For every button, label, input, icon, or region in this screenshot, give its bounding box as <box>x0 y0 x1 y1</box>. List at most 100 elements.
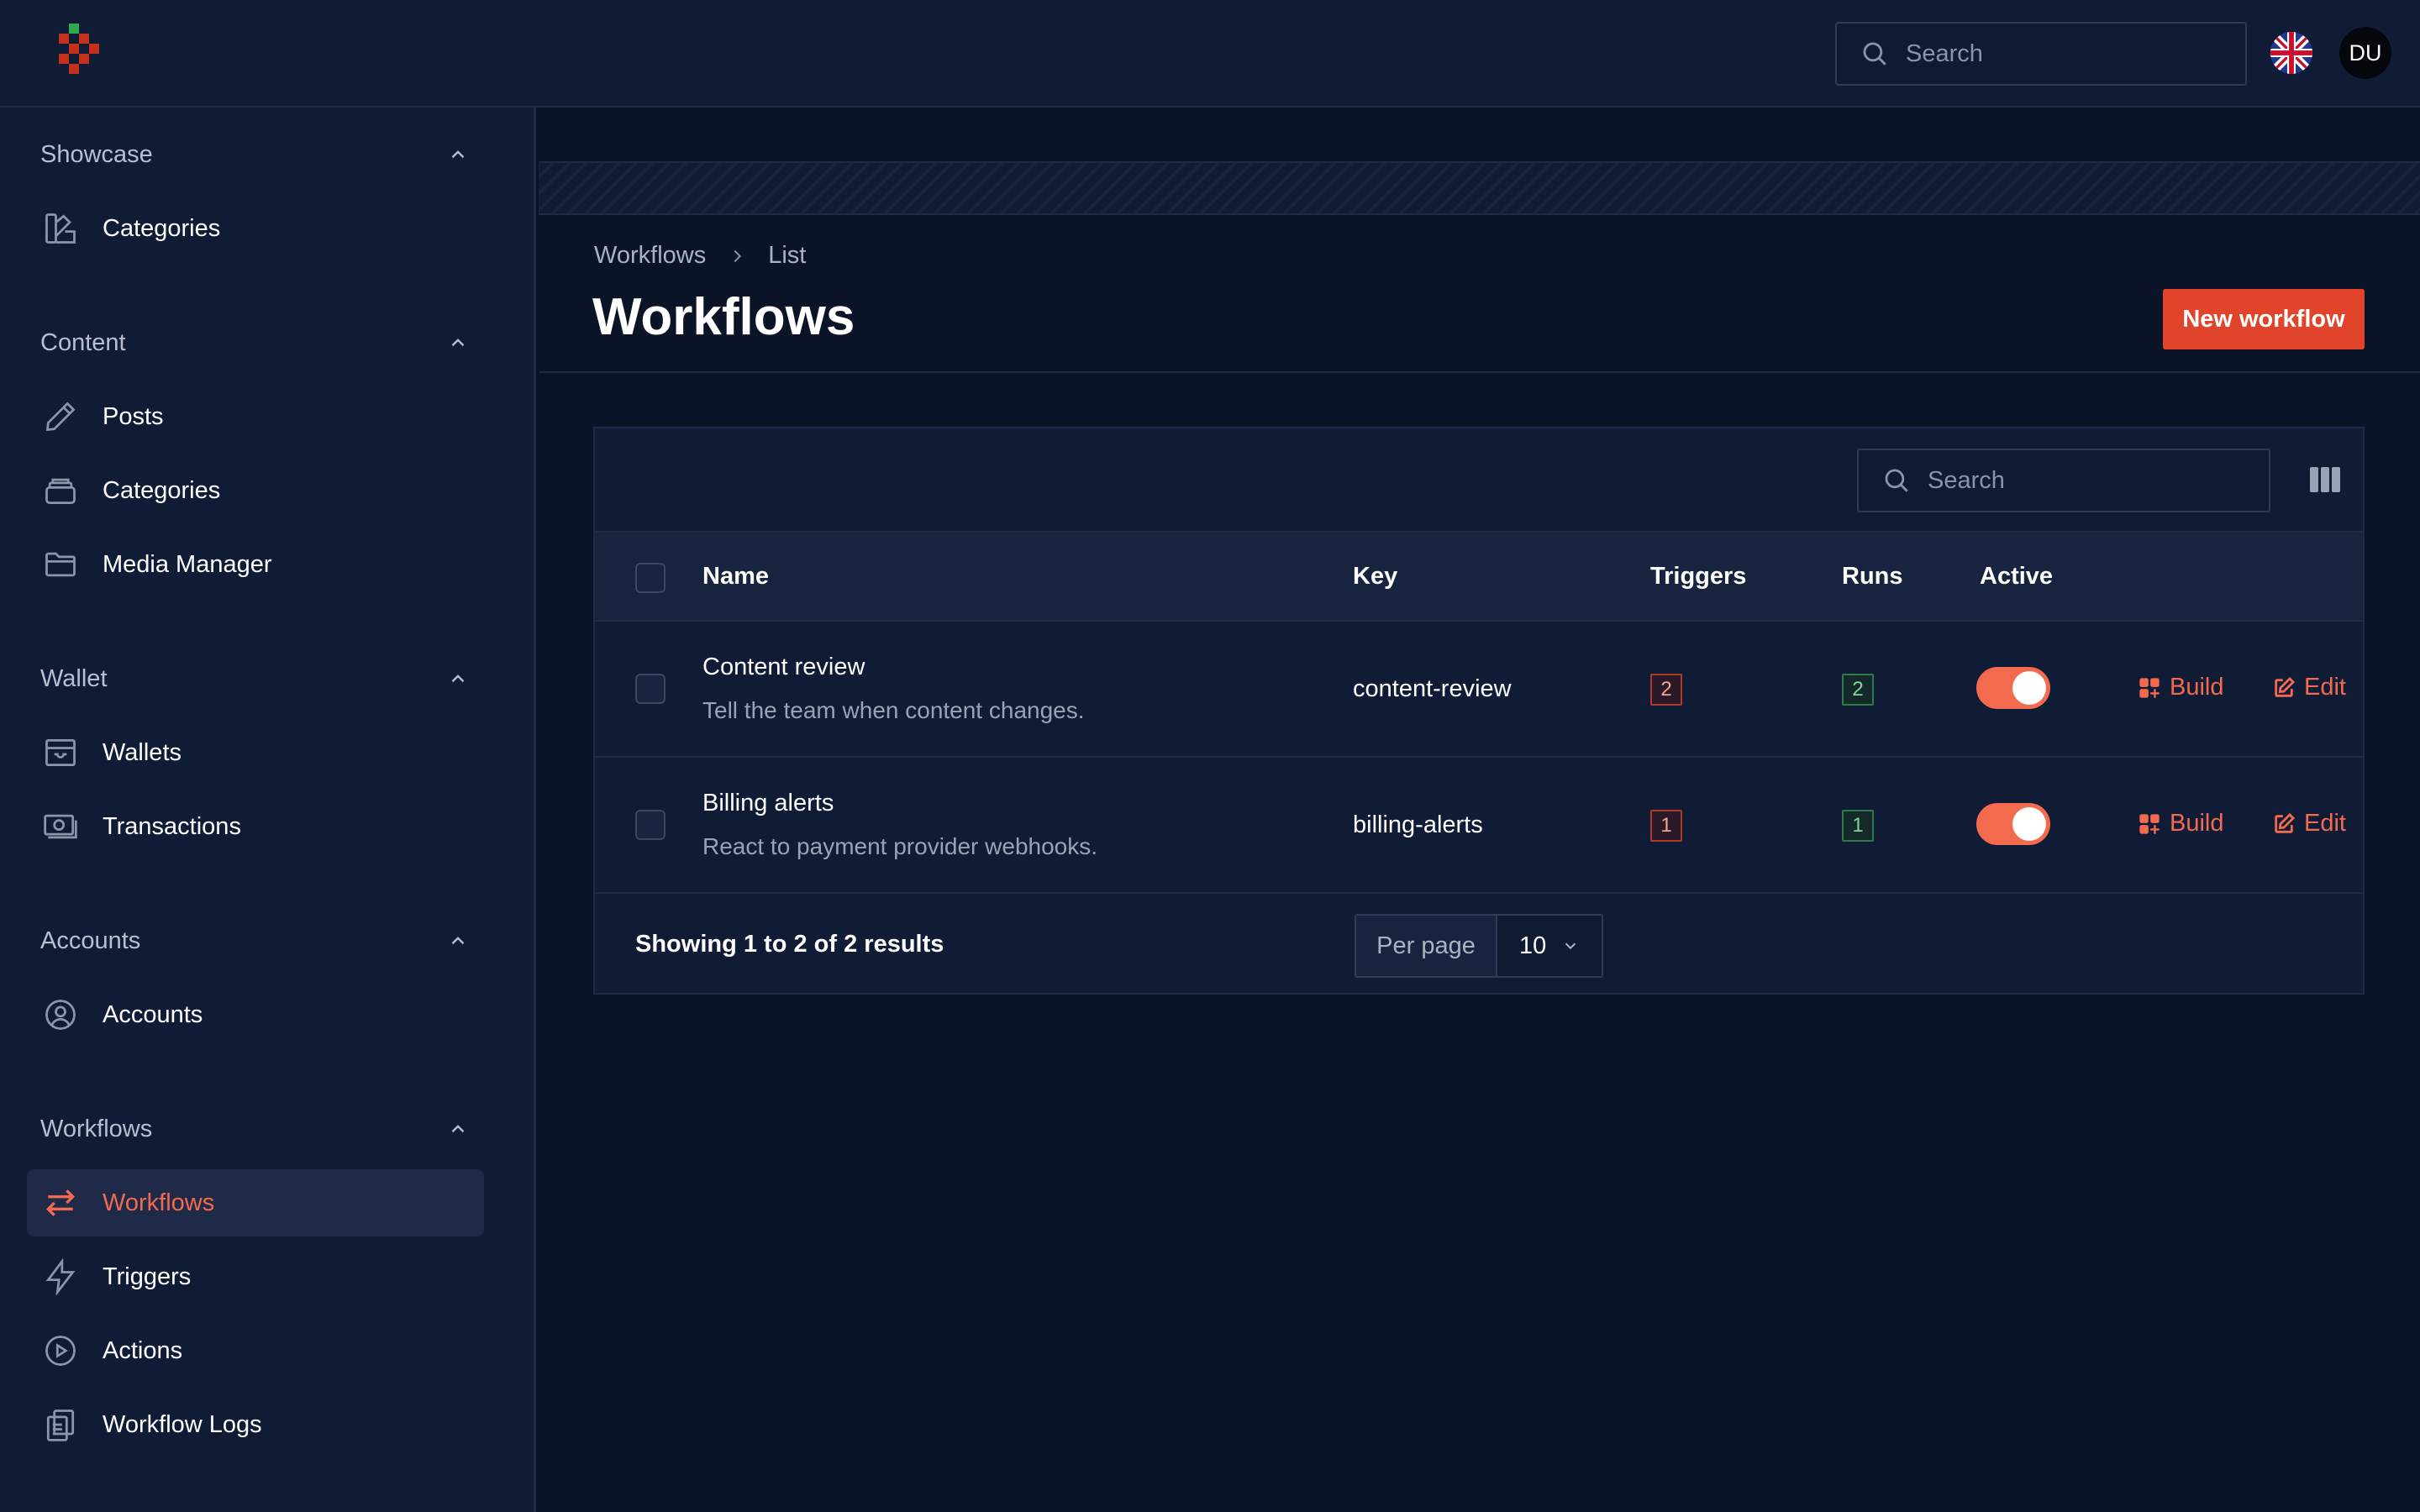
bolt-icon <box>45 1258 76 1295</box>
new-workflow-button[interactable]: New workflow <box>2163 289 2365 349</box>
results-summary: Showing 1 to 2 of 2 results <box>635 931 944 958</box>
sidebar: Showcase Categories Content Posts Catego… <box>0 108 536 1512</box>
chevron-right-icon <box>734 249 742 262</box>
stack-icon <box>45 478 76 505</box>
workflows-table: Search Name Key Triggers Runs Active Con… <box>593 427 2365 995</box>
runs-count-badge: 2 <box>1842 674 1874 706</box>
build-action[interactable]: Build <box>2138 810 2224 837</box>
triggers-count-badge: 2 <box>1650 674 1682 706</box>
sidebar-group-workflows[interactable]: Workflows <box>40 1112 469 1146</box>
sidebar-item-label: Transactions <box>103 812 241 840</box>
squares-plus-icon <box>2139 813 2160 834</box>
banknote-icon <box>44 814 77 839</box>
sidebar-group-title: Workflows <box>40 1115 153 1142</box>
edit-label: Edit <box>2304 810 2346 837</box>
edit-icon <box>2275 676 2296 697</box>
arrows-exchange-icon <box>45 1189 76 1216</box>
breadcrumb-list: List <box>768 242 807 269</box>
table-header: Name Key Triggers Runs Active <box>595 531 2363 622</box>
workflow-description: React to payment provider webhooks. <box>702 833 1098 859</box>
chevron-down-icon <box>1565 942 1576 950</box>
global-search-input[interactable]: Search <box>1835 22 2247 86</box>
page-title: Workflows <box>592 288 855 346</box>
sidebar-item-posts[interactable]: Posts <box>27 383 484 450</box>
palette-icon <box>45 213 76 244</box>
sidebar-item-transactions[interactable]: Transactions <box>27 793 484 860</box>
chevron-up-icon <box>451 675 465 683</box>
sidebar-item-wallets[interactable]: Wallets <box>27 719 484 786</box>
sidebar-group-title: Wallet <box>40 664 108 692</box>
sidebar-item-label: Accounts <box>103 1000 203 1028</box>
sidebar-item-label: Categories <box>103 476 221 504</box>
table-row: Billing alerts React to payment provider… <box>595 758 2363 894</box>
table-toolbar: Search <box>595 428 2363 531</box>
column-runs[interactable]: Runs <box>1842 563 1903 591</box>
workflow-description: Tell the team when content changes. <box>702 697 1085 723</box>
sidebar-item-triggers[interactable]: Triggers <box>27 1243 484 1310</box>
clipboard-icon <box>46 1410 75 1441</box>
global-search-placeholder: Search <box>1906 39 1983 67</box>
uk-flag-icon[interactable] <box>2270 32 2312 74</box>
build-label: Build <box>2170 674 2224 701</box>
table-row: Content review Tell the team when conten… <box>595 622 2363 758</box>
sidebar-item-workflows[interactable]: Workflows <box>27 1169 484 1236</box>
sidebar-group-content[interactable]: Content <box>40 326 469 360</box>
toggle-knob <box>2012 671 2046 705</box>
per-page-value: 10 <box>1519 932 1547 959</box>
build-action[interactable]: Build <box>2138 674 2224 701</box>
sidebar-item-actions[interactable]: Actions <box>27 1317 484 1384</box>
breadcrumb: Workflows List <box>594 242 806 270</box>
edit-action[interactable]: Edit <box>2272 674 2346 701</box>
row-checkbox[interactable] <box>635 810 666 840</box>
chevron-up-icon <box>451 937 465 945</box>
table-search-input[interactable]: Search <box>1857 449 2270 512</box>
per-page-select[interactable]: Per page 10 <box>1355 914 1603 978</box>
sidebar-group-accounts[interactable]: Accounts <box>40 924 469 958</box>
sidebar-group-wallet[interactable]: Wallet <box>40 662 469 696</box>
sidebar-group-title: Content <box>40 328 126 356</box>
runs-count-badge: 1 <box>1842 810 1874 842</box>
column-triggers[interactable]: Triggers <box>1650 563 1746 591</box>
sidebar-item-showcase-categories[interactable]: Categories <box>27 195 484 262</box>
logo-icon[interactable] <box>55 24 104 82</box>
sidebar-group-title: Accounts <box>40 927 141 954</box>
workflow-name: Billing alerts <box>702 790 834 816</box>
sidebar-item-label: Categories <box>103 214 221 242</box>
column-active[interactable]: Active <box>1980 563 2053 591</box>
page-header: Workflows List Workflows New workflow <box>539 215 2420 373</box>
table-footer: Showing 1 to 2 of 2 results Per page 10 <box>595 894 2363 993</box>
edit-icon <box>2275 812 2296 833</box>
user-circle-icon <box>45 1000 76 1030</box>
select-all-checkbox[interactable] <box>635 563 666 593</box>
sidebar-item-media-manager[interactable]: Media Manager <box>27 531 484 598</box>
row-checkbox[interactable] <box>635 674 666 704</box>
user-avatar[interactable]: DU <box>2339 27 2391 79</box>
chevron-up-icon <box>451 150 465 159</box>
sidebar-group-title: Showcase <box>40 140 153 168</box>
sidebar-item-workflow-logs[interactable]: Workflow Logs <box>27 1391 484 1458</box>
per-page-value-field[interactable]: 10 <box>1497 916 1602 976</box>
column-name[interactable]: Name <box>702 563 769 591</box>
sidebar-item-content-categories[interactable]: Categories <box>27 457 484 524</box>
edit-label: Edit <box>2304 674 2346 701</box>
play-circle-icon <box>45 1336 76 1366</box>
sidebar-item-label: Workflows <box>103 1189 215 1216</box>
sidebar-item-label: Workflow Logs <box>103 1410 262 1438</box>
squares-plus-icon <box>2139 677 2160 698</box>
toggle-knob <box>2012 807 2046 841</box>
search-icon <box>1885 469 1908 492</box>
columns-toggle-icon[interactable] <box>2309 465 2341 494</box>
main-content: Workflows List Workflows New workflow Se… <box>539 109 2420 1512</box>
workflow-key: content-review <box>1353 675 1512 702</box>
edit-action[interactable]: Edit <box>2272 810 2346 837</box>
sidebar-item-label: Wallets <box>103 738 182 766</box>
top-bar: Search DU <box>0 0 2420 108</box>
sidebar-item-accounts[interactable]: Accounts <box>27 981 484 1048</box>
active-toggle[interactable] <box>1976 667 2050 709</box>
search-icon <box>1863 42 1886 66</box>
sidebar-group-showcase[interactable]: Showcase <box>40 138 469 171</box>
column-key[interactable]: Key <box>1353 563 1397 591</box>
workflow-key: billing-alerts <box>1353 811 1483 838</box>
active-toggle[interactable] <box>1976 803 2050 845</box>
breadcrumb-workflows[interactable]: Workflows <box>594 242 706 270</box>
